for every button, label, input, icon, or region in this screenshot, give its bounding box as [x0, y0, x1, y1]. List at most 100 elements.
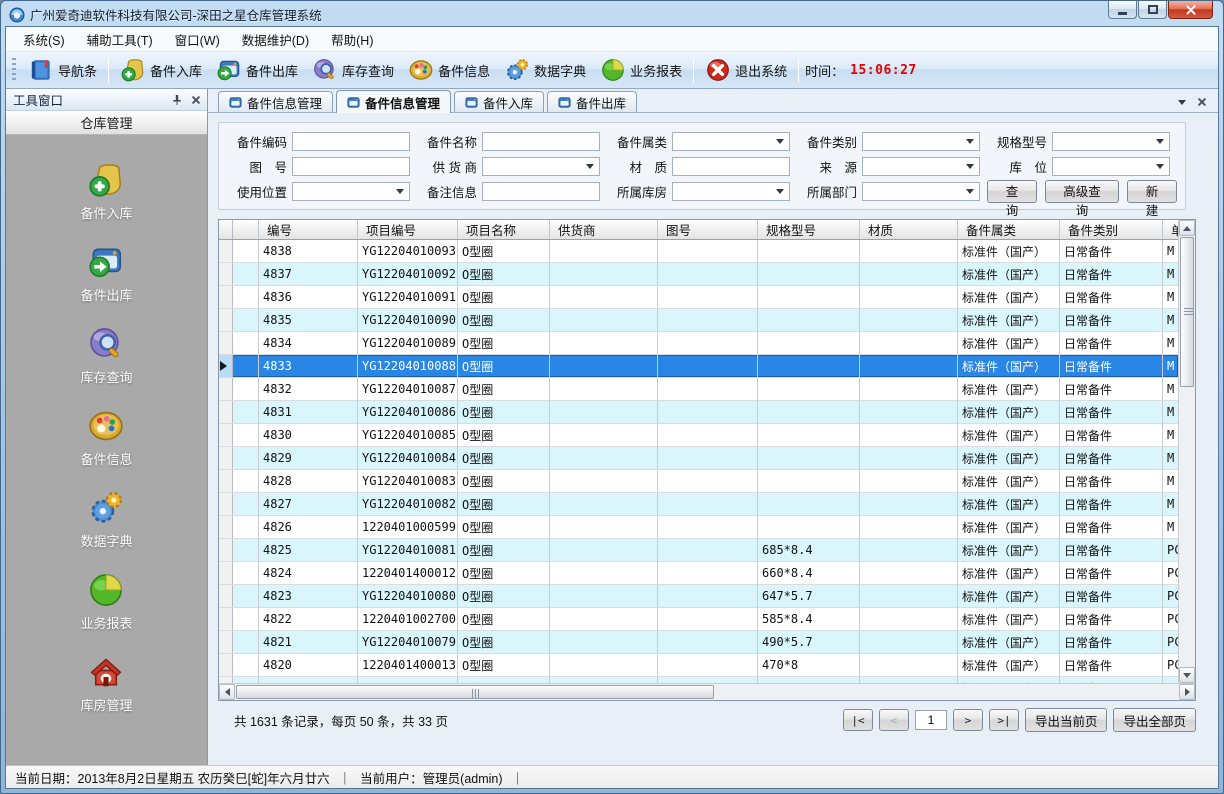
table-row[interactable]: 4828YG12204010083O型圈标准件（国产）日常备件M — [219, 470, 1178, 493]
table-row[interactable]: 4831YG12204010086O型圈标准件（国产）日常备件M — [219, 401, 1178, 424]
prev-page-button[interactable]: < — [879, 709, 909, 731]
tab-item[interactable]: 备件出库 — [547, 91, 637, 112]
table-row[interactable]: 4835YG12204010090O型圈标准件（国产）日常备件M — [219, 309, 1178, 332]
table-row[interactable]: 4834YG12204010089O型圈标准件（国产）日常备件M — [219, 332, 1178, 355]
next-page-button[interactable]: > — [953, 709, 983, 731]
sidebar-item-report[interactable]: 业务报表 — [80, 571, 132, 632]
dropdown-select[interactable] — [862, 157, 980, 176]
toolbar-button-spare-out[interactable]: 备件出库 — [209, 54, 305, 86]
menu-item[interactable]: 辅助工具(T) — [76, 27, 164, 52]
column-header[interactable]: 项目编号 — [358, 220, 458, 239]
table-row[interactable]: 4829YG12204010084O型圈标准件（国产）日常备件M — [219, 447, 1178, 470]
first-page-button[interactable]: |< — [843, 709, 873, 731]
table-row[interactable]: 4821YG12204010079O型圈490*5.7标准件（国产）日常备件PC — [219, 631, 1178, 654]
table-row[interactable]: 4836YG12204010091O型圈标准件（国产）日常备件M — [219, 286, 1178, 309]
sidebar-item-data-dict[interactable]: 数据字典 — [80, 489, 132, 550]
table-row[interactable]: 48261220401000599O型圈标准件（国产）日常备件M — [219, 516, 1178, 539]
export-current-page-button[interactable]: 导出当前页 — [1025, 708, 1108, 732]
toolbar-button-navbar[interactable]: 导航条 — [21, 54, 104, 86]
text-input[interactable] — [292, 132, 410, 151]
table-row[interactable]: 48221220401002700O型圈585*8.4标准件（国产）日常备件PC — [219, 608, 1178, 631]
menu-item[interactable]: 窗口(W) — [164, 27, 231, 52]
scrollbar-track[interactable] — [235, 684, 1179, 700]
table-row[interactable]: 4838YG12204010093O型圈标准件（国产）日常备件M — [219, 240, 1178, 263]
toolbar-button-spare-in[interactable]: 备件入库 — [113, 54, 209, 86]
close-tab-icon[interactable] — [1198, 98, 1206, 106]
table-row[interactable]: 4832YG12204010087O型圈标准件（国产）日常备件M — [219, 378, 1178, 401]
column-header[interactable]: 规格型号 — [758, 220, 860, 239]
page-number-input[interactable] — [915, 710, 947, 730]
cell — [758, 263, 860, 285]
sidebar-item-spare-out[interactable]: 备件出库 — [80, 243, 132, 304]
tab-active[interactable]: 备件信息管理 — [336, 90, 451, 113]
vertical-scrollbar-thumb[interactable] — [1180, 237, 1194, 387]
dropdown-select[interactable] — [672, 132, 790, 151]
scroll-up-button[interactable] — [1179, 220, 1195, 236]
cell — [658, 286, 758, 308]
column-header[interactable]: 项目名称 — [458, 220, 550, 239]
column-header[interactable]: 备件属类 — [958, 220, 1060, 239]
toolbar-separator — [108, 58, 109, 83]
pin-icon[interactable] — [171, 94, 183, 106]
dropdown-select[interactable] — [1052, 132, 1170, 151]
dropdown-select[interactable] — [482, 157, 600, 176]
toolbar-grip-icon[interactable] — [12, 58, 16, 82]
sidebar-group-title[interactable]: 仓库管理 — [6, 111, 207, 135]
export-all-pages-button[interactable]: 导出全部页 — [1113, 708, 1196, 732]
table-row[interactable]: 4823YG12204010080O型圈647*5.7标准件（国产）日常备件PC — [219, 585, 1178, 608]
table-row[interactable]: 48241220401400012O型圈660*8.4标准件（国产）日常备件PC — [219, 562, 1178, 585]
scroll-left-button[interactable] — [219, 684, 235, 700]
table-row[interactable]: 4827YG12204010082O型圈标准件（国产）日常备件M — [219, 493, 1178, 516]
column-header[interactable]: 编号 — [259, 220, 358, 239]
sidebar-item-spare-info[interactable]: 备件信息 — [80, 407, 132, 468]
maximize-button[interactable] — [1138, 1, 1167, 19]
column-header[interactable]: 图号 — [658, 220, 758, 239]
column-header[interactable]: 单位 — [1163, 220, 1178, 239]
table-row[interactable]: 4825YG12204010081O型圈685*8.4标准件（国产）日常备件PC — [219, 539, 1178, 562]
close-panel-icon[interactable] — [192, 96, 200, 104]
toolbar-button-stock-query[interactable]: 库存查询 — [305, 54, 401, 86]
text-input[interactable] — [482, 182, 600, 201]
tab-item[interactable]: 备件入库 — [454, 91, 544, 112]
scroll-down-button[interactable] — [1179, 667, 1195, 683]
menu-item[interactable]: 数据维护(D) — [231, 27, 320, 52]
column-header[interactable]: 材质 — [860, 220, 958, 239]
tab-item[interactable]: 备件信息管理 — [218, 91, 333, 112]
scroll-right-button[interactable] — [1179, 684, 1195, 700]
horizontal-scrollbar[interactable] — [219, 683, 1195, 700]
table-row[interactable]: 48201220401400013O型圈470*8标准件（国产）日常备件PC — [219, 654, 1178, 677]
toolbar-button-data-dict[interactable]: 数据字典 — [497, 54, 593, 86]
column-header[interactable]: 备件类别 — [1060, 220, 1163, 239]
minimize-button[interactable] — [1108, 1, 1137, 19]
last-page-button[interactable]: >| — [989, 709, 1019, 731]
toolbar-button-spare-info[interactable]: 备件信息 — [401, 54, 497, 86]
horizontal-scrollbar-thumb[interactable] — [236, 685, 714, 699]
sidebar-item-warehouse[interactable]: 库房管理 — [80, 653, 132, 714]
dropdown-select[interactable] — [862, 132, 980, 151]
text-input[interactable] — [672, 157, 790, 176]
toolbar-button-exit[interactable]: 退出系统 — [698, 54, 794, 86]
text-input[interactable] — [482, 132, 600, 151]
menu-item[interactable]: 系统(S) — [12, 27, 76, 52]
title-bar[interactable]: 广州爱奇迪软件科技有限公司-深田之星仓库管理系统 — [5, 1, 1219, 26]
vertical-scrollbar[interactable] — [1178, 220, 1195, 683]
dropdown-select[interactable] — [1052, 157, 1170, 176]
table-row[interactable]: 4837YG12204010092O型圈标准件（国产）日常备件M — [219, 263, 1178, 286]
sidebar-item-spare-in[interactable]: 备件入库 — [80, 161, 132, 222]
table-row[interactable]: 4833YG12204010088O型圈标准件（国产）日常备件M — [219, 355, 1178, 378]
new-button[interactable]: 新建 — [1127, 180, 1177, 203]
dropdown-select[interactable] — [292, 182, 410, 201]
toolbar-button-report[interactable]: 业务报表 — [593, 54, 689, 86]
tab-list-dropdown-icon[interactable] — [1178, 100, 1186, 105]
dropdown-select[interactable] — [672, 182, 790, 201]
query-button[interactable]: 查询 — [987, 180, 1037, 203]
column-header[interactable]: 供货商 — [550, 220, 658, 239]
table-row[interactable]: 4830YG12204010085O型圈标准件（国产）日常备件M — [219, 424, 1178, 447]
sidebar-item-stock-query[interactable]: 库存查询 — [80, 325, 132, 386]
menu-item[interactable]: 帮助(H) — [320, 27, 384, 52]
advanced-query-button[interactable]: 高级查询 — [1045, 180, 1119, 203]
dropdown-select[interactable] — [862, 182, 980, 201]
scrollbar-track[interactable] — [1179, 388, 1195, 667]
text-input[interactable] — [292, 157, 410, 176]
close-button[interactable] — [1168, 1, 1213, 19]
